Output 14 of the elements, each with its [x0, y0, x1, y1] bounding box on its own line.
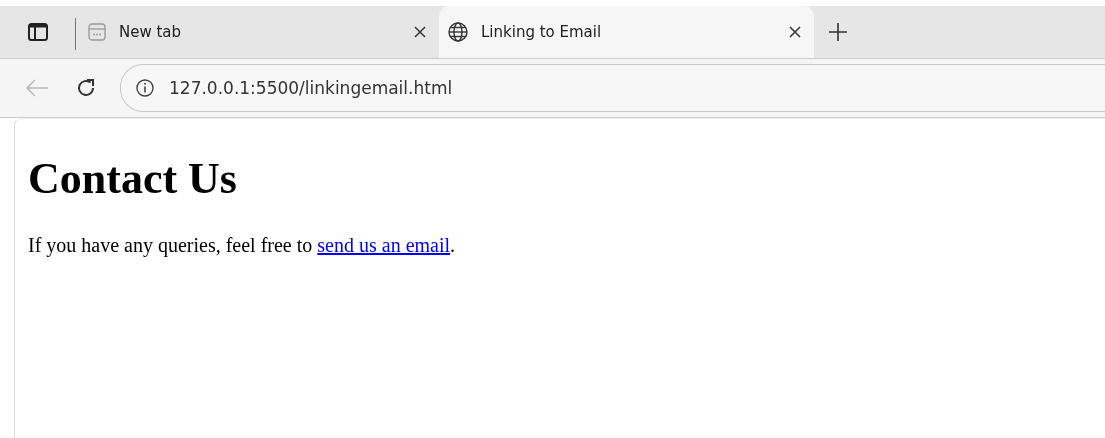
url-text: 127.0.0.1:5500/linkingemail.html: [169, 78, 453, 98]
close-icon[interactable]: [788, 25, 802, 39]
info-icon: [135, 78, 155, 98]
browser-tab[interactable]: Linking to Email: [439, 6, 814, 58]
sidebar-icon[interactable]: [27, 22, 49, 42]
plus-icon[interactable]: [828, 22, 848, 42]
page-heading: Contact Us: [28, 153, 238, 204]
close-icon[interactable]: [413, 25, 427, 39]
paragraph-text: If you have any queries, feel free to send us an email.: [28, 234, 457, 257]
page-icon: [87, 22, 107, 42]
address-bar[interactable]: 127.0.0.1:5500/linkingemail.html: [120, 64, 1105, 112]
browser-tab[interactable]: New tab: [79, 6, 439, 58]
globe-icon: [447, 21, 469, 43]
email-link[interactable]: send us an email: [317, 234, 451, 256]
